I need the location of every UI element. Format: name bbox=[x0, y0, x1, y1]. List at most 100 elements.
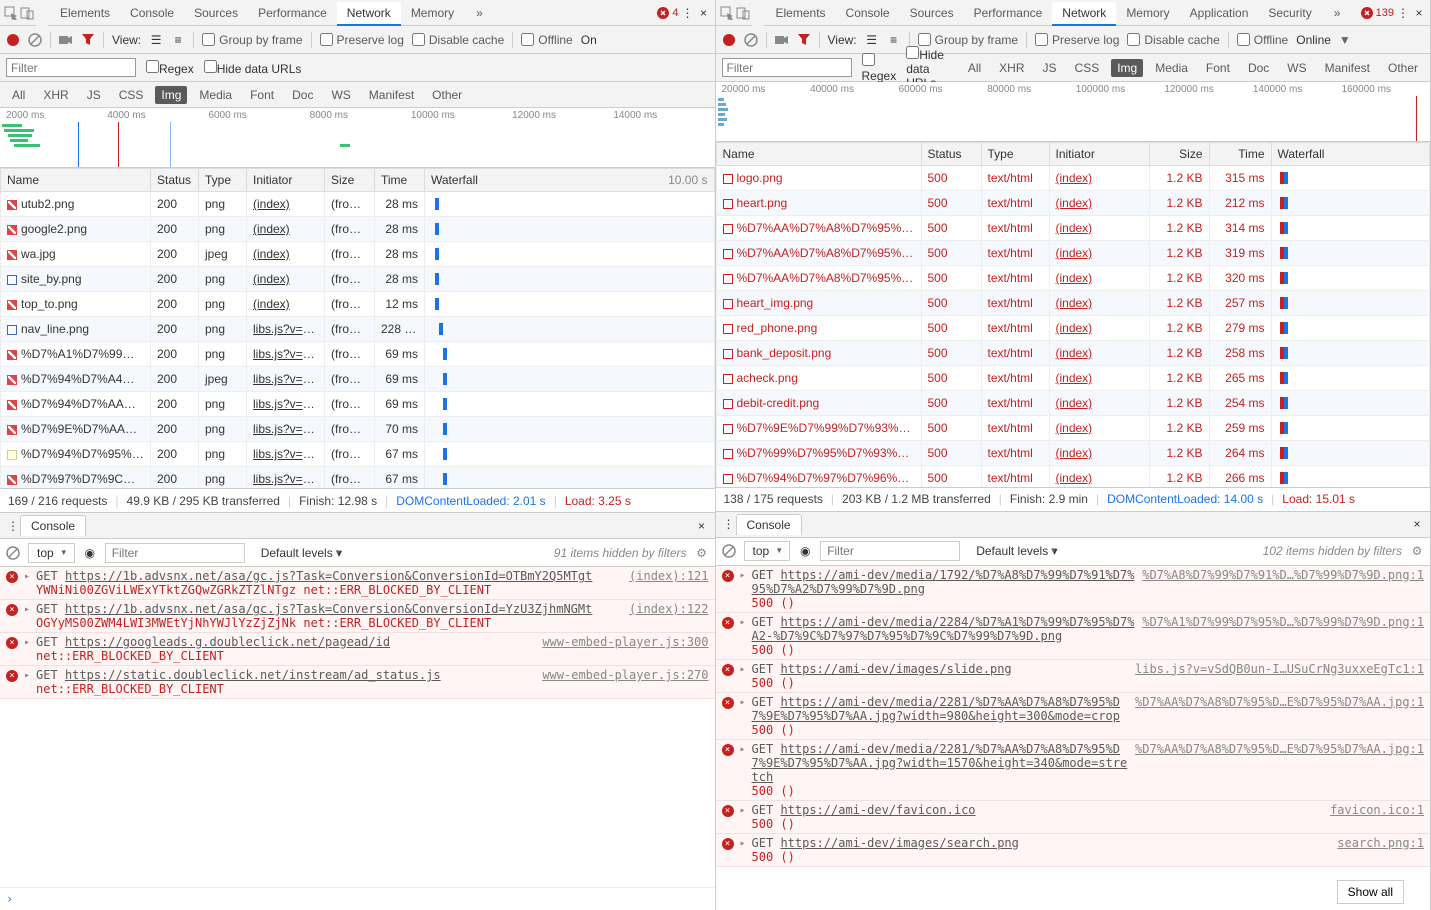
disable-cache-checkbox[interactable]: Disable cache bbox=[412, 33, 504, 47]
console-levels-select[interactable]: Default levels ▾ bbox=[253, 544, 348, 562]
view-small-icon[interactable]: ≡ bbox=[171, 33, 185, 47]
filter-chip-other[interactable]: Other bbox=[426, 86, 468, 104]
filter-chip-css[interactable]: CSS bbox=[1069, 59, 1106, 77]
table-row[interactable]: utub2.png200png(index)(from…28 ms bbox=[1, 192, 715, 217]
drawer-tab-console[interactable]: Console bbox=[736, 514, 802, 535]
log-source-link[interactable]: favicon.ico:1 bbox=[1330, 803, 1424, 817]
initiator-link[interactable]: (index) bbox=[1056, 471, 1093, 485]
filter-chip-all[interactable]: All bbox=[6, 86, 31, 104]
console-messages[interactable]: ×▸GET https://ami-dev/media/1792/%D7%A8%… bbox=[716, 566, 1431, 910]
console-log-row[interactable]: ×▸GET https://static.doubleclick.net/ins… bbox=[0, 666, 715, 699]
log-source-link[interactable]: %D7%A8%D7%99%D7%91%D…%D7%99%D7%9D.png:1 bbox=[1142, 568, 1424, 582]
clear-icon[interactable] bbox=[28, 33, 42, 47]
log-source-link[interactable]: %D7%AA%D7%A8%D7%95%D…E%D7%95%D7%AA.jpg:1 bbox=[1135, 742, 1424, 756]
table-row[interactable]: logo.png500text/html(index)1.2 KB315 ms bbox=[716, 166, 1430, 191]
filter-chip-media[interactable]: Media bbox=[193, 86, 238, 104]
table-row[interactable]: %D7%99%D7%95%D7%93%D7…500text/html(index… bbox=[716, 441, 1430, 466]
initiator-link[interactable]: (index) bbox=[1056, 321, 1093, 335]
gear-icon[interactable]: ⚙ bbox=[1410, 544, 1424, 558]
camera-icon[interactable] bbox=[775, 33, 789, 47]
filter-icon[interactable] bbox=[797, 33, 811, 47]
close-icon[interactable]: × bbox=[1412, 6, 1426, 20]
log-source-link[interactable]: (index):121 bbox=[629, 569, 708, 583]
tab-elements[interactable]: Elements bbox=[766, 2, 836, 24]
tab-application[interactable]: Application bbox=[1180, 2, 1259, 24]
regex-checkbox[interactable]: Regex bbox=[862, 53, 897, 83]
disable-cache-checkbox[interactable]: Disable cache bbox=[1127, 33, 1219, 47]
initiator-link[interactable]: (index) bbox=[1056, 221, 1093, 235]
device-icon[interactable] bbox=[736, 6, 750, 20]
filter-chip-ws[interactable]: WS bbox=[325, 86, 356, 104]
initiator-link[interactable]: (index) bbox=[1056, 271, 1093, 285]
initiator-link[interactable]: libs.js?v=cx… bbox=[253, 372, 325, 386]
group-by-frame-checkbox[interactable]: Group by frame bbox=[202, 33, 302, 47]
table-row[interactable]: %D7%97%D7%9C%D7…200pnglibs.js?v=cx…(from… bbox=[1, 467, 715, 490]
initiator-link[interactable]: (index) bbox=[1056, 346, 1093, 360]
tab-console[interactable]: Console bbox=[836, 2, 900, 24]
console-log-row[interactable]: ×▸GET https://ami-dev/images/search.png5… bbox=[716, 834, 1431, 867]
log-source-link[interactable]: search.png:1 bbox=[1337, 836, 1424, 850]
col-name[interactable]: Name bbox=[716, 143, 921, 166]
offline-checkbox[interactable]: Offline bbox=[1237, 33, 1288, 47]
eye-icon[interactable]: ◉ bbox=[83, 546, 97, 560]
log-source-link[interactable]: (index):122 bbox=[629, 602, 708, 616]
table-row[interactable]: site_by.png200png(index)(from…28 ms bbox=[1, 267, 715, 292]
table-row[interactable]: red_phone.png500text/html(index)1.2 KB27… bbox=[716, 316, 1430, 341]
table-row[interactable]: wa.jpg200jpeg(index)(from…28 ms bbox=[1, 242, 715, 267]
tab-memory[interactable]: Memory bbox=[1116, 2, 1179, 24]
initiator-link[interactable]: libs.js?v=cx… bbox=[253, 472, 325, 486]
table-row[interactable]: heart_img.png500text/html(index)1.2 KB25… bbox=[716, 291, 1430, 316]
initiator-link[interactable]: (index) bbox=[253, 197, 290, 211]
log-source-link[interactable]: www-embed-player.js:270 bbox=[542, 668, 708, 682]
error-count-badge[interactable]: 4 bbox=[657, 7, 678, 19]
col-status[interactable]: Status bbox=[921, 143, 981, 166]
eye-icon[interactable]: ◉ bbox=[798, 544, 812, 558]
initiator-link[interactable]: (index) bbox=[253, 297, 290, 311]
console-filter-input[interactable] bbox=[820, 541, 960, 561]
filter-chip-all[interactable]: All bbox=[962, 59, 987, 77]
console-log-row[interactable]: ×▸GET https://ami-dev/media/2284/%D7%A1%… bbox=[716, 613, 1431, 660]
filter-chip-other[interactable]: Other bbox=[1382, 59, 1424, 77]
camera-icon[interactable] bbox=[59, 33, 73, 47]
initiator-link[interactable]: (index) bbox=[253, 247, 290, 261]
filter-chip-js[interactable]: JS bbox=[81, 86, 107, 104]
hide-data-urls-checkbox[interactable]: Hide data URLs bbox=[204, 60, 302, 76]
initiator-link[interactable]: (index) bbox=[1056, 171, 1093, 185]
initiator-link[interactable]: libs.js?v=cx… bbox=[253, 447, 325, 461]
col-time[interactable]: Time bbox=[1209, 143, 1271, 166]
inspect-icon[interactable] bbox=[720, 6, 734, 20]
drawer-close-icon[interactable]: × bbox=[695, 519, 709, 533]
initiator-link[interactable]: (index) bbox=[1056, 196, 1093, 210]
close-icon[interactable]: × bbox=[697, 6, 711, 20]
tab-elements[interactable]: Elements bbox=[50, 2, 120, 24]
drawer-kebab-icon[interactable]: ⋮ bbox=[722, 517, 736, 531]
console-prompt[interactable]: › bbox=[0, 887, 715, 910]
filter-chip-img[interactable]: Img bbox=[1111, 59, 1143, 77]
table-row[interactable]: %D7%AA%D7%A8%D7%95%D7…500text/html(index… bbox=[716, 241, 1430, 266]
device-icon[interactable] bbox=[20, 6, 34, 20]
console-log-row[interactable]: ×▸GET https://ami-dev/media/2281/%D7%AA%… bbox=[716, 740, 1431, 801]
timeline-overview[interactable]: 20000 ms40000 ms60000 ms80000 ms100000 m… bbox=[716, 82, 1431, 142]
initiator-link[interactable]: (index) bbox=[253, 222, 290, 236]
tab-more[interactable]: » bbox=[466, 2, 493, 24]
initiator-link[interactable]: (index) bbox=[1056, 421, 1093, 435]
filter-chip-media[interactable]: Media bbox=[1149, 59, 1194, 77]
table-row[interactable]: %D7%9E%D7%99%D7%93%D7…500text/html(index… bbox=[716, 416, 1430, 441]
console-log-row[interactable]: ×▸GET https://1b.advsnx.net/asa/gc.js?Ta… bbox=[0, 600, 715, 633]
drawer-tab-console[interactable]: Console bbox=[20, 515, 86, 536]
filter-input[interactable] bbox=[6, 58, 136, 77]
filter-chip-css[interactable]: CSS bbox=[113, 86, 150, 104]
initiator-link[interactable]: libs.js?v=cx… bbox=[253, 347, 325, 361]
log-source-link[interactable]: libs.js?v=vSdQB0un-I…USuCrNg3uxxeEgTc1:1 bbox=[1135, 662, 1424, 676]
console-context-select[interactable]: top bbox=[744, 541, 791, 561]
tab-sources[interactable]: Sources bbox=[900, 2, 964, 24]
col-size[interactable]: Size bbox=[325, 169, 375, 192]
console-messages[interactable]: ×▸GET https://1b.advsnx.net/asa/gc.js?Ta… bbox=[0, 567, 715, 887]
record-icon[interactable] bbox=[722, 33, 736, 47]
filter-input[interactable] bbox=[722, 58, 852, 77]
col-name[interactable]: Name bbox=[1, 169, 151, 192]
table-row[interactable]: %D7%94%D7%97%D7%96%D7…500text/html(index… bbox=[716, 466, 1430, 488]
col-type[interactable]: Type bbox=[199, 169, 247, 192]
initiator-link[interactable]: (index) bbox=[1056, 246, 1093, 260]
initiator-link[interactable]: (index) bbox=[1056, 446, 1093, 460]
